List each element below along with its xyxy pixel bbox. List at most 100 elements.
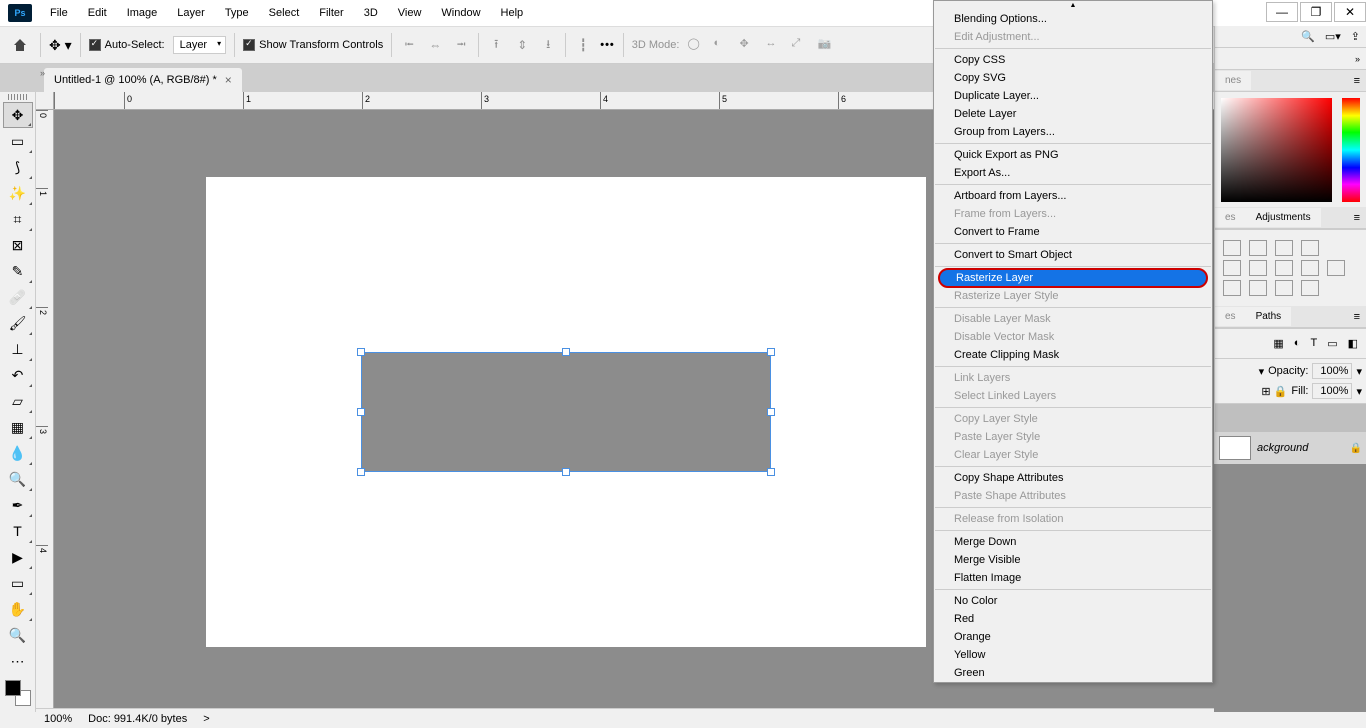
type-tool[interactable]: T (3, 518, 33, 544)
foreground-background-colors[interactable] (3, 678, 33, 708)
auto-select-target-dropdown[interactable]: Layer (173, 36, 227, 54)
threshold-icon[interactable] (1275, 280, 1293, 296)
close-button[interactable]: ✕ (1334, 2, 1366, 22)
transform-handle-bc[interactable] (562, 468, 570, 476)
align-hcenter-icon[interactable]: ⇔ (426, 36, 444, 54)
align-right-icon[interactable]: ⭲ (452, 36, 470, 54)
hand-tool[interactable]: ✋ (3, 596, 33, 622)
align-bottom-icon[interactable]: ⭳ (539, 36, 557, 54)
zoom-level[interactable]: 100% (44, 713, 72, 725)
context-item-convert-to-smart-object[interactable]: Convert to Smart Object (934, 246, 1212, 264)
context-item-merge-down[interactable]: Merge Down (934, 533, 1212, 551)
context-item-copy-shape-attributes[interactable]: Copy Shape Attributes (934, 469, 1212, 487)
transform-handle-bl[interactable] (357, 468, 365, 476)
context-item-no-color[interactable]: No Color (934, 592, 1212, 610)
context-item-delete-layer[interactable]: Delete Layer (934, 105, 1212, 123)
layer-lock-icon[interactable]: 🔒 (1350, 443, 1362, 454)
ruler-origin[interactable] (36, 92, 54, 110)
brightness-icon[interactable] (1223, 240, 1241, 256)
paths-tab[interactable]: Paths (1246, 307, 1292, 326)
menu-edit[interactable]: Edit (78, 3, 117, 23)
crop-tool[interactable]: ⌗ (3, 206, 33, 232)
close-tab-button[interactable]: × (225, 73, 232, 87)
context-item-merge-visible[interactable]: Merge Visible (934, 551, 1212, 569)
context-item-copy-svg[interactable]: Copy SVG (934, 69, 1212, 87)
posterize-icon[interactable] (1249, 280, 1267, 296)
channels-tab-stub[interactable]: es (1215, 307, 1246, 326)
transform-handle-tl[interactable] (357, 348, 365, 356)
rectangle-tool[interactable]: ▭ (3, 570, 33, 596)
context-item-flatten-image[interactable]: Flatten Image (934, 569, 1212, 587)
edit-toolbar-button[interactable]: ⋯ (3, 648, 33, 674)
context-item-duplicate-layer[interactable]: Duplicate Layer... (934, 87, 1212, 105)
filter-pixel-icon[interactable]: ▦ (1273, 337, 1283, 350)
curves-icon[interactable] (1275, 240, 1293, 256)
pen-tool[interactable]: ✒ (3, 492, 33, 518)
context-item-red[interactable]: Red (934, 610, 1212, 628)
path-selection-tool[interactable]: ▶ (3, 544, 33, 570)
filter-shape-icon[interactable]: ▭ (1327, 337, 1337, 350)
lock-icons[interactable]: ⊞ 🔒 (1261, 385, 1287, 398)
toolbox-grip[interactable] (8, 94, 28, 100)
dodge-tool[interactable]: 🔍 (3, 466, 33, 492)
context-item-rasterize-layer[interactable]: Rasterize Layer (938, 268, 1208, 288)
move-tool[interactable]: ✥ (3, 102, 33, 128)
transform-handle-ml[interactable] (357, 408, 365, 416)
more-options-button[interactable]: ••• (600, 39, 615, 51)
share-icon[interactable]: ⇪ (1351, 30, 1360, 43)
menu-select[interactable]: Select (259, 3, 310, 23)
swatches-tab-stub[interactable]: nes (1215, 71, 1251, 90)
menu-layer[interactable]: Layer (167, 3, 215, 23)
align-vcenter-icon[interactable]: ⇕ (513, 36, 531, 54)
align-left-icon[interactable]: ⭰ (400, 36, 418, 54)
eraser-tool[interactable]: ▱ (3, 388, 33, 414)
panel-menu-icon[interactable]: ≡ (1348, 212, 1366, 224)
adjustments-tab[interactable]: Adjustments (1246, 208, 1321, 227)
color-field[interactable] (1221, 98, 1332, 202)
color-panel[interactable] (1215, 92, 1366, 207)
filter-smart-icon[interactable]: ◧ (1348, 337, 1358, 350)
panel-menu-icon[interactable]: ≡ (1348, 311, 1366, 323)
context-item-quick-export-as-png[interactable]: Quick Export as PNG (934, 146, 1212, 164)
vibrance-icon[interactable] (1223, 260, 1241, 276)
selected-shape[interactable] (361, 352, 771, 472)
frame-tool[interactable]: ⊠ (3, 232, 33, 258)
transform-handle-br[interactable] (767, 468, 775, 476)
context-item-orange[interactable]: Orange (934, 628, 1212, 646)
opacity-input[interactable]: 100% (1312, 363, 1352, 379)
color-balance-icon[interactable] (1275, 260, 1293, 276)
bw-icon[interactable] (1301, 260, 1319, 276)
show-transform-checkbox[interactable]: Show Transform Controls (243, 39, 383, 51)
menu-window[interactable]: Window (431, 3, 490, 23)
hue-sat-icon[interactable] (1249, 260, 1267, 276)
search-icon[interactable]: 🔍 (1301, 30, 1315, 43)
menu-3d[interactable]: 3D (354, 3, 388, 23)
context-item-create-clipping-mask[interactable]: Create Clipping Mask (934, 346, 1212, 364)
context-scroll-up[interactable]: ▲ (934, 1, 1212, 10)
lasso-tool[interactable]: ⟆ (3, 154, 33, 180)
history-brush-tool[interactable]: ↶ (3, 362, 33, 388)
fill-input[interactable]: 100% (1312, 383, 1352, 399)
menu-type[interactable]: Type (215, 3, 259, 23)
zoom-tool[interactable]: 🔍 (3, 622, 33, 648)
context-item-group-from-layers[interactable]: Group from Layers... (934, 123, 1212, 141)
context-item-artboard-from-layers[interactable]: Artboard from Layers... (934, 187, 1212, 205)
layer-row-background[interactable]: ackground 🔒 (1215, 432, 1366, 464)
document-info[interactable]: Doc: 991.4K/0 bytes (88, 713, 187, 725)
gradient-map-icon[interactable] (1301, 280, 1319, 296)
eyedropper-tool[interactable]: ✎ (3, 258, 33, 284)
context-item-copy-css[interactable]: Copy CSS (934, 51, 1212, 69)
workspace-switcher-icon[interactable]: ▭▾ (1325, 30, 1341, 43)
clone-stamp-tool[interactable]: ⊥ (3, 336, 33, 362)
invert-icon[interactable] (1223, 280, 1241, 296)
document-tab[interactable]: Untitled-1 @ 100% (A, RGB/8#) * × (44, 68, 242, 92)
vertical-ruler[interactable]: 0 1 2 3 4 (36, 110, 54, 712)
layers-tab-stub[interactable]: es (1215, 208, 1246, 227)
align-top-icon[interactable]: ⭱ (487, 36, 505, 54)
distribute-icon[interactable]: ┇ (574, 36, 592, 54)
transform-handle-tr[interactable] (767, 348, 775, 356)
collapse-icon[interactable]: » (1355, 54, 1360, 64)
restore-button[interactable]: ❐ (1300, 2, 1332, 22)
blur-tool[interactable]: 💧 (3, 440, 33, 466)
brush-tool[interactable]: 🖌 (3, 310, 33, 336)
